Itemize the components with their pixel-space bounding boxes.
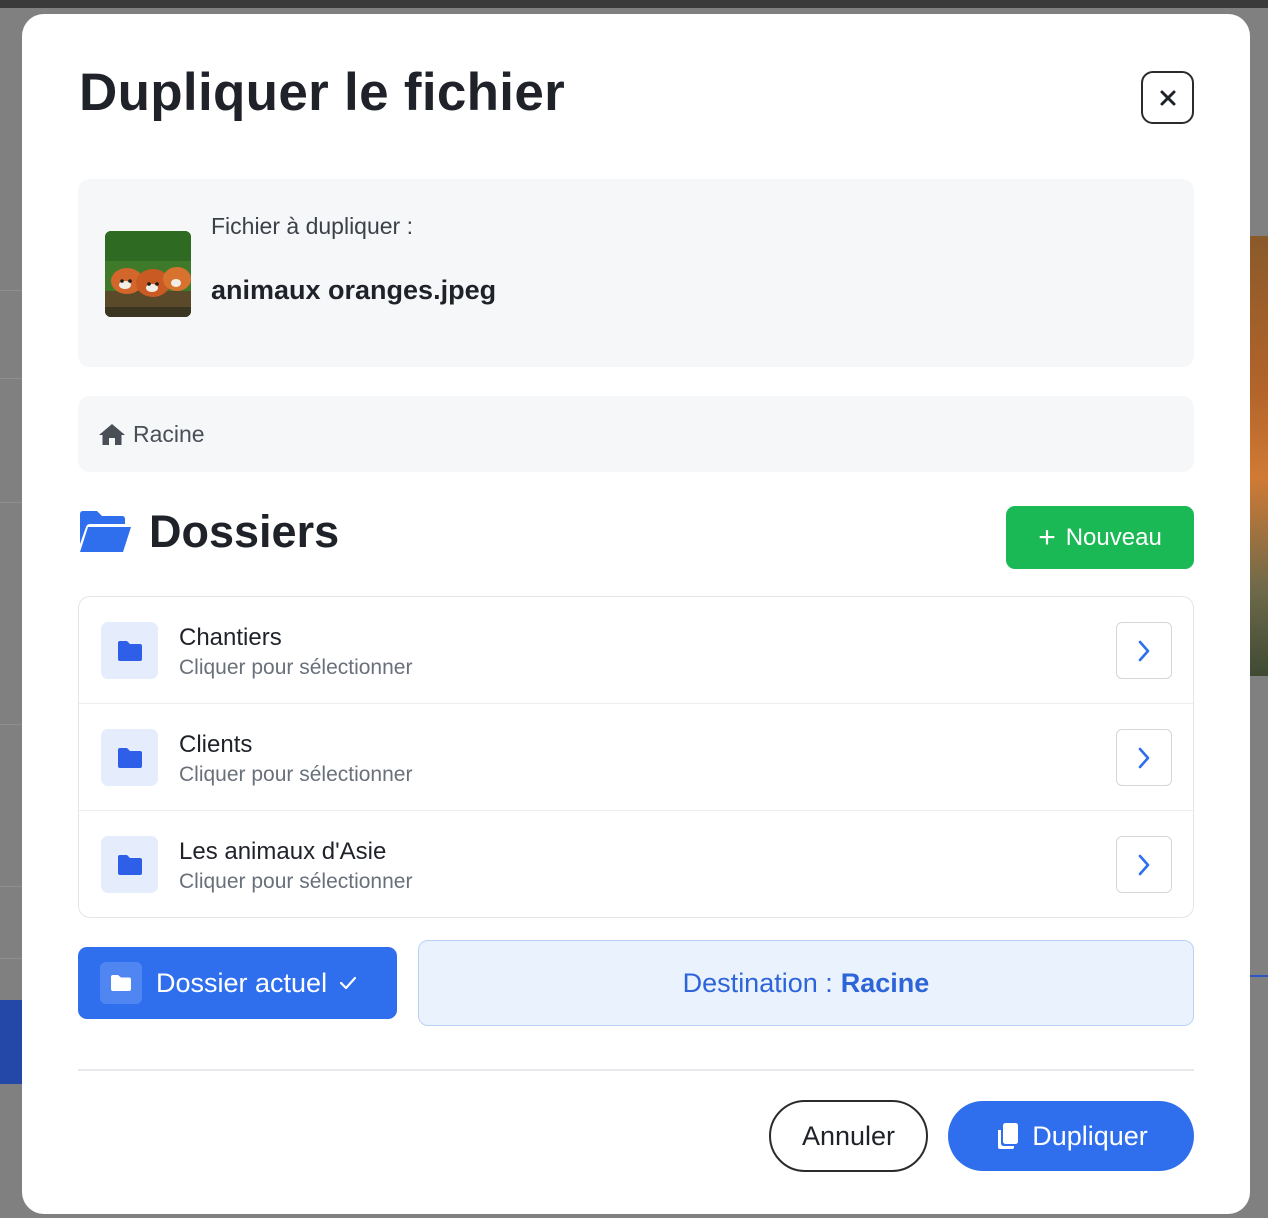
file-name: animaux oranges.jpeg [211, 275, 497, 305]
background-divider [0, 724, 22, 725]
file-label: Fichier à dupliquer : [211, 213, 413, 239]
folder-hint: Cliquer pour sélectionner [179, 763, 413, 786]
background-divider [0, 502, 22, 503]
background-topbar [0, 0, 1268, 8]
background-image [1248, 236, 1268, 676]
dialog-title: Dupliquer le fichier [79, 63, 566, 122]
chevron-right-icon [1138, 640, 1150, 661]
folder-icon [101, 622, 158, 679]
home-icon [99, 424, 125, 445]
check-icon [339, 976, 357, 990]
close-button[interactable] [1141, 71, 1194, 124]
background-accent-line [1248, 975, 1268, 977]
open-folder-button[interactable] [1116, 836, 1172, 893]
new-folder-label: Nouveau [1065, 523, 1162, 551]
folder-name: Clients [179, 731, 253, 758]
footer-divider [78, 1069, 1194, 1071]
breadcrumb-root-link[interactable]: Racine [133, 421, 205, 448]
copy-icon [994, 1122, 1020, 1150]
destination-indicator: Destination : Racine [418, 940, 1194, 1026]
folder-list: Chantiers Cliquer pour sélectionner Clie… [78, 596, 1194, 918]
close-icon [1160, 90, 1175, 105]
file-card: Fichier à dupliquer : animaux oranges.jp… [78, 179, 1194, 367]
duplicate-file-dialog: Dupliquer le fichier Fichier à dupliquer… [22, 14, 1250, 1214]
background-divider [0, 958, 22, 959]
chevron-right-icon [1138, 747, 1150, 768]
folder-open-icon [80, 511, 131, 552]
cancel-button[interactable]: Annuler [769, 1100, 928, 1172]
folder-icon [101, 836, 158, 893]
duplicate-button[interactable]: Dupliquer [948, 1101, 1194, 1171]
folder-hint: Cliquer pour sélectionner [179, 656, 413, 679]
new-folder-button[interactable]: + Nouveau [1006, 506, 1194, 569]
folder-item[interactable]: Chantiers Cliquer pour sélectionner [79, 597, 1193, 704]
folder-hint: Cliquer pour sélectionner [179, 870, 413, 893]
background-button [0, 1000, 22, 1084]
folders-title: Dossiers [149, 506, 340, 557]
chevron-right-icon [1138, 854, 1150, 875]
plus-icon: + [1038, 520, 1056, 554]
current-folder-button[interactable]: Dossier actuel [78, 947, 397, 1019]
background-divider [0, 378, 22, 379]
destination-prefix: Destination : [682, 967, 833, 998]
background-divider [0, 290, 22, 291]
current-folder-label: Dossier actuel [156, 967, 328, 998]
duplicate-label: Dupliquer [1032, 1120, 1148, 1151]
file-thumbnail [105, 231, 191, 317]
folder-icon [100, 962, 142, 1004]
folder-item[interactable]: Les animaux d'Asie Cliquer pour sélectio… [79, 811, 1193, 917]
open-folder-button[interactable] [1116, 729, 1172, 786]
folder-name: Les animaux d'Asie [179, 838, 387, 865]
background-divider [0, 886, 22, 887]
open-folder-button[interactable] [1116, 622, 1172, 679]
folder-item[interactable]: Clients Cliquer pour sélectionner [79, 704, 1193, 811]
folder-icon [101, 729, 158, 786]
folder-name: Chantiers [179, 624, 282, 651]
destination-value: Racine [840, 967, 930, 998]
breadcrumb: Racine [78, 396, 1194, 472]
folders-header: Dossiers [78, 504, 339, 560]
